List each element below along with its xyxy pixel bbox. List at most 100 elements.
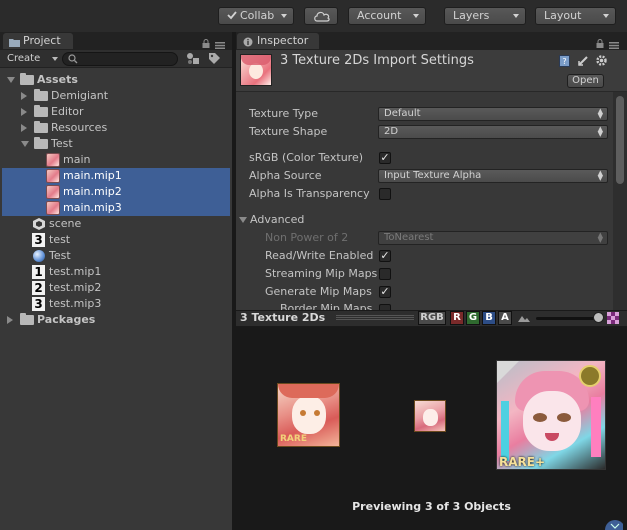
inspector-title: 3 Texture 2Ds Import Settings xyxy=(280,53,474,68)
updown-arrows-icon: ▲ ▼ xyxy=(597,169,603,182)
alpha-source-dropdown[interactable]: Input Texture Alpha ▲ ▼ xyxy=(378,169,608,183)
preview-image-mip3: RARE+ xyxy=(496,360,606,470)
tree-item-test-three[interactable]: 3 test xyxy=(2,232,230,248)
tree-item-packages[interactable]: Packages xyxy=(2,312,230,328)
layers-label: Layers xyxy=(453,9,490,22)
collapse-arrow-icon[interactable] xyxy=(21,108,27,116)
texture-thumbnail-icon xyxy=(46,185,60,199)
info-icon xyxy=(243,36,253,51)
channel-g-button[interactable]: G xyxy=(466,311,480,325)
tree-item-editor[interactable]: Editor xyxy=(2,104,230,120)
folder-icon xyxy=(9,36,20,51)
tree-item-demigiant[interactable]: Demigiant xyxy=(2,88,230,104)
tree-item-test-mip2[interactable]: 2 test.mip2 xyxy=(2,280,230,296)
alpha-transparency-label: Alpha Is Transparency xyxy=(249,187,370,200)
folder-icon xyxy=(34,105,48,117)
tree-item-main[interactable]: main xyxy=(2,152,230,168)
tag-icon[interactable] xyxy=(208,52,221,68)
open-button[interactable]: Open xyxy=(567,74,604,88)
create-dropdown[interactable]: Create xyxy=(7,52,58,66)
channel-a-button[interactable]: A xyxy=(498,311,512,325)
advanced-label: Advanced xyxy=(250,213,305,226)
open-label: Open xyxy=(572,75,599,86)
tree-item-test-mip1[interactable]: 1 test.mip1 xyxy=(2,264,230,280)
help-book-icon[interactable]: ? xyxy=(559,55,570,70)
check-icon xyxy=(227,9,237,20)
tree-item-main-mip3[interactable]: main.mip3 xyxy=(2,200,230,216)
filter-by-type-icon[interactable] xyxy=(186,52,200,68)
non-power-of-2-value: ToNearest xyxy=(384,232,434,243)
mip-slider-thumb[interactable] xyxy=(592,312,604,323)
streaming-mips-checkbox[interactable] xyxy=(379,268,391,280)
tree-item-main-mip1[interactable]: main.mip1 xyxy=(2,168,230,184)
chevron-down-icon xyxy=(52,57,58,61)
channel-b-button[interactable]: B xyxy=(482,311,496,325)
gear-icon[interactable] xyxy=(595,54,608,70)
collapse-arrow-icon[interactable] xyxy=(21,92,27,100)
tab-inspector[interactable]: Inspector xyxy=(237,33,319,49)
collab-button[interactable]: Collab xyxy=(218,7,294,25)
tree-item-label: Demigiant xyxy=(51,89,109,102)
texture-type-dropdown[interactable]: Default ▲ ▼ xyxy=(378,107,608,121)
expand-arrow-icon[interactable] xyxy=(7,77,15,83)
preset-icon[interactable] xyxy=(577,55,589,70)
layers-dropdown[interactable]: Layers xyxy=(444,7,526,25)
inspector-scrollbar[interactable] xyxy=(613,92,627,310)
collapse-arrow-icon[interactable] xyxy=(21,124,27,132)
tree-item-scene[interactable]: scene xyxy=(2,216,230,232)
checkmark-icon: ✓ xyxy=(380,285,390,298)
srgb-checkbox[interactable]: ✓ xyxy=(379,152,391,164)
checker-icon[interactable] xyxy=(607,312,619,327)
generate-mips-checkbox[interactable]: ✓ xyxy=(379,286,391,298)
non-power-of-2-dropdown: ToNearest ▲ ▼ xyxy=(378,231,608,245)
chevron-down-icon xyxy=(603,14,609,18)
tree-item-label: test.mip3 xyxy=(49,297,102,310)
tree-item-label: Editor xyxy=(51,105,84,118)
scrollbar-thumb[interactable] xyxy=(616,96,624,184)
tab-project-label: Project xyxy=(23,34,61,47)
tree-item-assets[interactable]: Assets xyxy=(2,72,230,88)
account-dropdown[interactable]: Account xyxy=(348,7,426,25)
search-input[interactable] xyxy=(62,52,178,66)
tree-item-label: test.mip1 xyxy=(49,265,102,278)
preview-title: 3 Texture 2Ds xyxy=(240,311,326,324)
drag-handle[interactable] xyxy=(336,315,414,321)
texture-type-value: Default xyxy=(384,108,421,119)
cloud-button[interactable] xyxy=(304,7,338,25)
collapse-arrow-icon[interactable] xyxy=(7,316,13,324)
preview-image-mip1: RARE xyxy=(277,383,340,447)
texture-shape-dropdown[interactable]: 2D ▲ ▼ xyxy=(378,125,608,139)
tree-item-test-mip3[interactable]: 3 test.mip3 xyxy=(2,296,230,312)
tree-item-label: test xyxy=(49,233,71,246)
search-icon xyxy=(68,54,78,67)
expand-arrow-icon xyxy=(239,217,247,223)
tree-item-label: scene xyxy=(49,217,82,230)
chevron-down-icon xyxy=(413,14,419,18)
tab-project[interactable]: Project xyxy=(3,33,73,49)
tree-item-test-sphere[interactable]: Test xyxy=(2,248,230,264)
read-write-label: Read/Write Enabled xyxy=(265,249,374,262)
expand-arrow-icon[interactable] xyxy=(21,141,29,147)
channel-r-button[interactable]: R xyxy=(450,311,464,325)
alpha-source-value: Input Texture Alpha xyxy=(384,170,482,181)
layout-dropdown[interactable]: Layout xyxy=(535,7,616,25)
tree-item-main-mip2[interactable]: main.mip2 xyxy=(2,184,230,200)
tree-item-resources[interactable]: Resources xyxy=(2,120,230,136)
number-one-icon: 1 xyxy=(32,265,45,279)
layout-label: Layout xyxy=(544,9,582,22)
preview-image-mip2 xyxy=(414,400,446,432)
checkmark-icon: ✓ xyxy=(380,151,390,164)
tree-item-label: test.mip2 xyxy=(49,281,102,294)
read-write-checkbox[interactable]: ✓ xyxy=(379,250,391,262)
alpha-transparency-checkbox[interactable] xyxy=(379,188,391,200)
svg-text:?: ? xyxy=(562,57,566,66)
channel-rgb-button[interactable]: RGB xyxy=(418,311,446,325)
account-label: Account xyxy=(357,9,402,22)
resize-corner-icon[interactable] xyxy=(603,518,625,530)
folder-icon xyxy=(34,137,48,149)
rare-badge-small: RARE xyxy=(280,434,307,444)
collab-label: Collab xyxy=(240,9,275,22)
tree-item-test-folder[interactable]: Test xyxy=(2,136,230,152)
search-field[interactable] xyxy=(81,54,173,65)
border-mips-label: Border Mip Maps xyxy=(280,302,373,310)
